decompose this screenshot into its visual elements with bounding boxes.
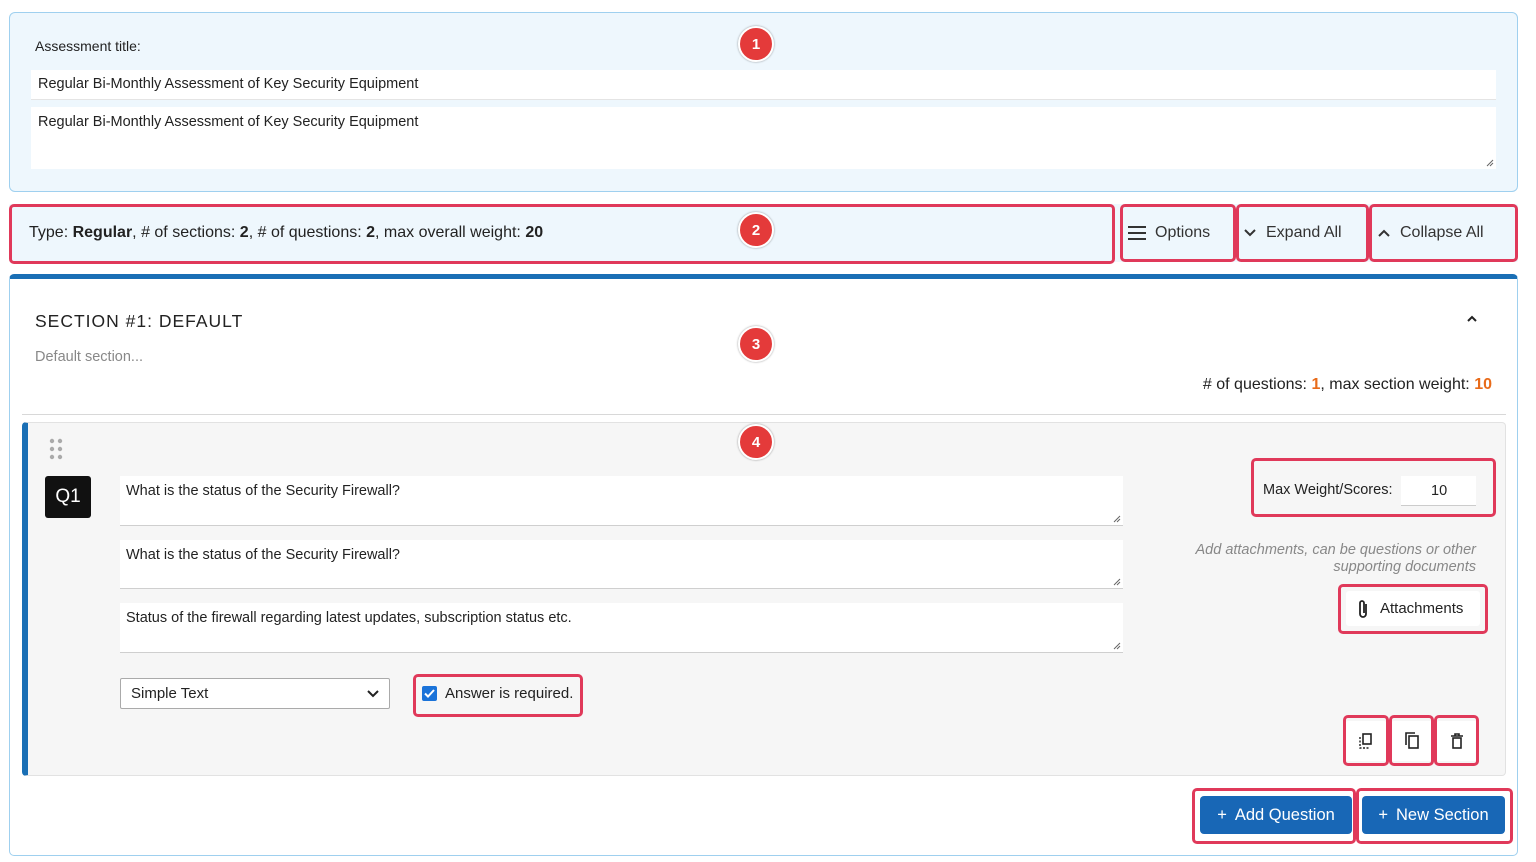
chevron-down-icon [1244,229,1256,237]
collapse-all-label: Collapse All [1400,224,1484,241]
answer-required-checkbox[interactable] [422,686,437,701]
section-questions-label: # of questions: [1202,376,1307,393]
copy-question-button[interactable] [1391,721,1433,761]
section-divider [22,414,1506,415]
summary-questions-value: 2 [366,224,376,241]
attachments-button[interactable]: Attachments [1346,591,1480,626]
new-section-button[interactable]: + New Section [1362,796,1505,834]
marker-3: 3 [738,326,774,362]
answer-type-select[interactable]: Simple Text [120,678,390,709]
summary-sections-value: 2 [239,224,249,241]
marker-1: 1 [738,26,774,62]
paperclip-icon [1359,599,1367,618]
answer-type-value: Simple Text [131,685,209,702]
section-title: SECTION #1: DEFAULT [35,311,244,331]
trash-icon [1451,733,1463,749]
chevron-up-icon [1378,229,1390,237]
max-weight-input[interactable]: 10 [1401,476,1476,506]
assessment-title-input[interactable]: Regular Bi-Monthly Assessment of Key Sec… [31,70,1496,100]
drag-handle-icon[interactable] [49,438,63,460]
question-description-textarea[interactable]: Status of the firewall regarding latest … [120,603,1123,653]
resize-handle-icon[interactable] [1111,576,1121,586]
question-subtitle-text: What is the status of the Security Firew… [126,547,400,563]
question-subtitle-textarea[interactable]: What is the status of the Security Firew… [120,540,1123,589]
section-questions-value: 1 [1311,376,1321,393]
expand-all-button[interactable]: Expand All [1243,204,1342,262]
attachments-label: Attachments [1380,600,1464,617]
new-section-label: New Section [1396,805,1489,824]
summary-type-value: Regular [72,224,133,241]
assessment-description-textarea[interactable]: Regular Bi-Monthly Assessment of Key Sec… [31,107,1496,169]
summary-weight-label: max overall weight: [383,224,521,241]
section-summary: # of questions: 1, max section weight: 1… [1202,376,1492,393]
question-title-text: What is the status of the Security Firew… [126,483,400,499]
options-button[interactable]: Options [1128,204,1210,262]
chevron-down-icon [367,689,379,697]
plus-icon: + [1217,805,1227,824]
resize-handle-icon[interactable] [1484,157,1494,167]
plus-icon: + [1378,805,1388,824]
clone-icon [1359,733,1372,749]
question-number-badge: Q1 [45,476,91,518]
menu-icon [1128,226,1146,240]
section-description: Default section... [35,349,143,365]
resize-handle-icon[interactable] [1111,640,1121,650]
expand-all-label: Expand All [1266,224,1342,241]
resize-handle-icon[interactable] [1111,513,1121,523]
section-weight-value: 10 [1474,376,1492,393]
section-collapse-chevron-icon[interactable] [1465,314,1479,324]
max-weight-label: Max Weight/Scores: [1263,482,1393,498]
copy-icon [1405,732,1419,749]
collapse-all-button[interactable]: Collapse All [1377,204,1484,262]
answer-required-label[interactable]: Answer is required. [445,685,573,702]
summary-questions-label: # of questions: [257,224,362,241]
summary-sections-label: # of sections: [141,224,236,241]
summary-type-label: Type: [29,224,69,241]
marker-2: 2 [738,212,774,248]
question-description-text: Status of the firewall regarding latest … [126,610,572,626]
summary-weight-value: 20 [525,224,544,241]
section-weight-label: max section weight: [1329,376,1470,393]
add-question-button[interactable]: + Add Question [1200,796,1352,834]
assessment-title-label: Assessment title: [35,38,141,54]
marker-4: 4 [738,424,774,460]
attachments-hint: Add attachments, can be questions or oth… [1195,542,1476,575]
assessment-description-text: Regular Bi-Monthly Assessment of Key Sec… [38,114,419,130]
checkmark-icon [424,689,435,698]
delete-question-button[interactable] [1436,721,1478,761]
add-question-label: Add Question [1234,805,1335,824]
options-label: Options [1155,224,1211,241]
assessment-summary: Type: Regular, # of sections: 2, # of qu… [29,224,544,241]
duplicate-question-button[interactable] [1345,721,1387,761]
question-title-textarea[interactable]: What is the status of the Security Firew… [120,476,1123,526]
